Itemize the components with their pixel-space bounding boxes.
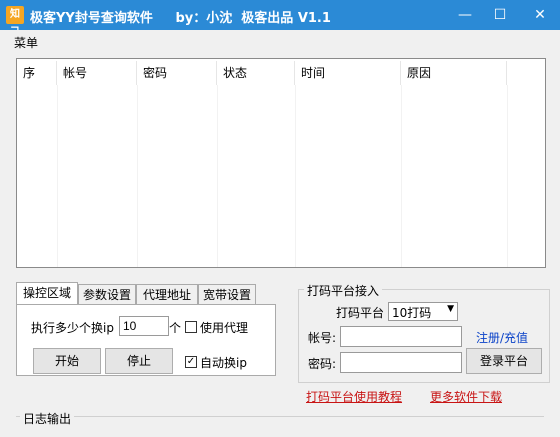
- tab-parameters[interactable]: 参数设置: [78, 284, 136, 304]
- column-header[interactable]: 状态: [217, 61, 295, 85]
- ip-count-label: 执行多少个换ip: [31, 321, 114, 335]
- more-software-link[interactable]: 更多软件下载: [430, 388, 502, 405]
- table-header: 序 帐号 密码 状态 时间 原因: [17, 61, 545, 85]
- chevron-down-icon: ▼: [447, 304, 454, 314]
- password-label: 密码:: [308, 357, 337, 371]
- minimize-icon[interactable]: —: [450, 0, 480, 30]
- column-header[interactable]: 帐号: [57, 61, 137, 85]
- column-divider: [401, 85, 402, 267]
- account-table[interactable]: 序 帐号 密码 状态 时间 原因: [16, 58, 546, 268]
- control-panel: 执行多少个换ip 个 使用代理 开始 停止 ✓ 自动换ip: [16, 304, 276, 376]
- platform-select-value: 10打码: [392, 306, 432, 320]
- password-input[interactable]: [340, 352, 462, 373]
- app-logo-icon: 知己: [6, 6, 24, 38]
- close-icon[interactable]: ✕: [520, 0, 560, 30]
- login-platform-button[interactable]: 登录平台: [466, 348, 542, 374]
- tab-control-area[interactable]: 操控区域: [16, 282, 78, 304]
- menu-bar: 菜单: [0, 30, 560, 52]
- column-divider: [217, 85, 218, 267]
- log-output-title: 日志输出: [20, 410, 75, 427]
- platform-select[interactable]: 10打码 ▼: [388, 302, 458, 321]
- tab-broadband[interactable]: 宽带设置: [198, 284, 256, 304]
- auto-ip-checkbox[interactable]: ✓: [185, 356, 197, 368]
- menu-item-main[interactable]: 菜单: [14, 34, 38, 51]
- use-proxy-label: 使用代理: [200, 321, 249, 335]
- column-header[interactable]: 时间: [295, 61, 401, 85]
- captcha-group-title: 打码平台接入: [304, 282, 383, 299]
- ip-count-input[interactable]: [119, 316, 169, 336]
- column-header[interactable]: 序: [17, 61, 57, 85]
- unit-label: 个: [169, 321, 182, 335]
- column-header[interactable]: 原因: [401, 61, 507, 85]
- title-bar: 知己 极客YY封号查询软件 by：小沈 极客出品 V1.1 — ☐ ✕: [0, 0, 560, 38]
- tutorial-link[interactable]: 打码平台使用教程: [306, 388, 402, 405]
- platform-label: 打码平台: [336, 306, 385, 320]
- column-divider: [295, 85, 296, 267]
- start-button[interactable]: 开始: [33, 348, 101, 374]
- account-input[interactable]: [340, 326, 462, 347]
- register-link[interactable]: 注册/充值: [476, 329, 528, 346]
- tab-proxy-address[interactable]: 代理地址: [136, 284, 198, 304]
- column-divider: [137, 85, 138, 267]
- column-divider: [57, 85, 58, 267]
- maximize-icon[interactable]: ☐: [485, 0, 515, 30]
- use-proxy-checkbox[interactable]: [185, 321, 197, 333]
- auto-ip-label: 自动换ip: [200, 356, 247, 370]
- stop-button[interactable]: 停止: [105, 348, 173, 374]
- window-title: 极客YY封号查询软件 by：小沈 极客出品 V1.1: [30, 11, 331, 26]
- account-label: 帐号:: [308, 331, 337, 345]
- column-divider: [507, 85, 508, 267]
- column-header[interactable]: 密码: [137, 61, 217, 85]
